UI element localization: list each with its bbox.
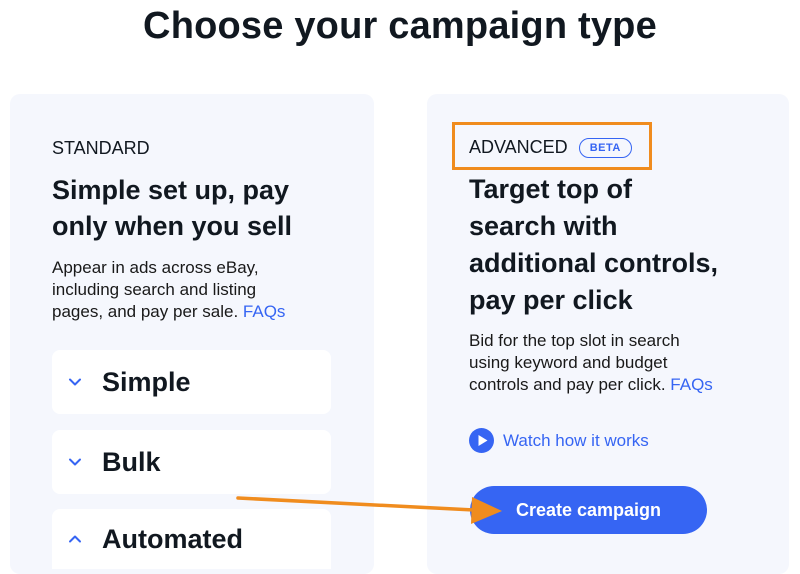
standard-desc-line-3: pages, and pay per sale. FAQs [52, 301, 285, 323]
option-automated-label: Automated [102, 523, 243, 554]
standard-description: Appear in ads across eBay, including sea… [52, 257, 285, 323]
standard-card [10, 94, 374, 574]
play-icon [469, 428, 494, 453]
watch-how-it-works-link[interactable]: Watch how it works [469, 428, 649, 453]
advanced-heading-line-4: pay per click [469, 285, 633, 315]
standard-kicker: STANDARD [52, 138, 150, 158]
chevron-down-icon [69, 378, 81, 386]
advanced-heading-line-3: additional controls, [469, 248, 719, 278]
watch-link-label: Watch how it works [503, 430, 649, 450]
chevron-up-icon [69, 535, 81, 543]
option-simple[interactable]: Simple [52, 350, 331, 414]
standard-desc-line-2: including search and listing [52, 280, 257, 299]
advanced-desc-line-3-text: controls and pay per click. [469, 375, 666, 394]
standard-heading-line-2: only when you sell [52, 211, 293, 241]
chevron-down-icon [69, 458, 81, 466]
advanced-desc-line-1: Bid for the top slot in search [469, 331, 680, 350]
option-simple-label: Simple [102, 366, 191, 397]
advanced-heading-line-2: search with [469, 211, 618, 241]
advanced-faq-link[interactable]: FAQs [670, 375, 713, 394]
standard-faq-link[interactable]: FAQs [243, 302, 286, 321]
annotation-highlight-box [452, 122, 652, 170]
standard-desc-line-3-text: pages, and pay per sale. [52, 302, 239, 321]
page-title: Choose your campaign type [143, 5, 657, 47]
advanced-desc-line-3: controls and pay per click. FAQs [469, 374, 713, 396]
create-campaign-button[interactable]: Create campaign [470, 486, 707, 534]
standard-desc-line-1: Appear in ads across eBay, [52, 258, 259, 277]
standard-heading-line-1: Simple set up, pay [52, 175, 290, 205]
advanced-description: Bid for the top slot in search using key… [469, 330, 713, 396]
option-automated[interactable]: Automated [52, 509, 331, 569]
advanced-heading-line-1: Target top of [469, 174, 632, 204]
option-bulk[interactable]: Bulk [52, 430, 331, 494]
advanced-desc-line-2: using keyword and budget [469, 353, 668, 372]
option-bulk-label: Bulk [102, 446, 161, 477]
advanced-heading: Target top of search with additional con… [469, 171, 718, 319]
standard-heading: Simple set up, pay only when you sell [52, 172, 292, 244]
